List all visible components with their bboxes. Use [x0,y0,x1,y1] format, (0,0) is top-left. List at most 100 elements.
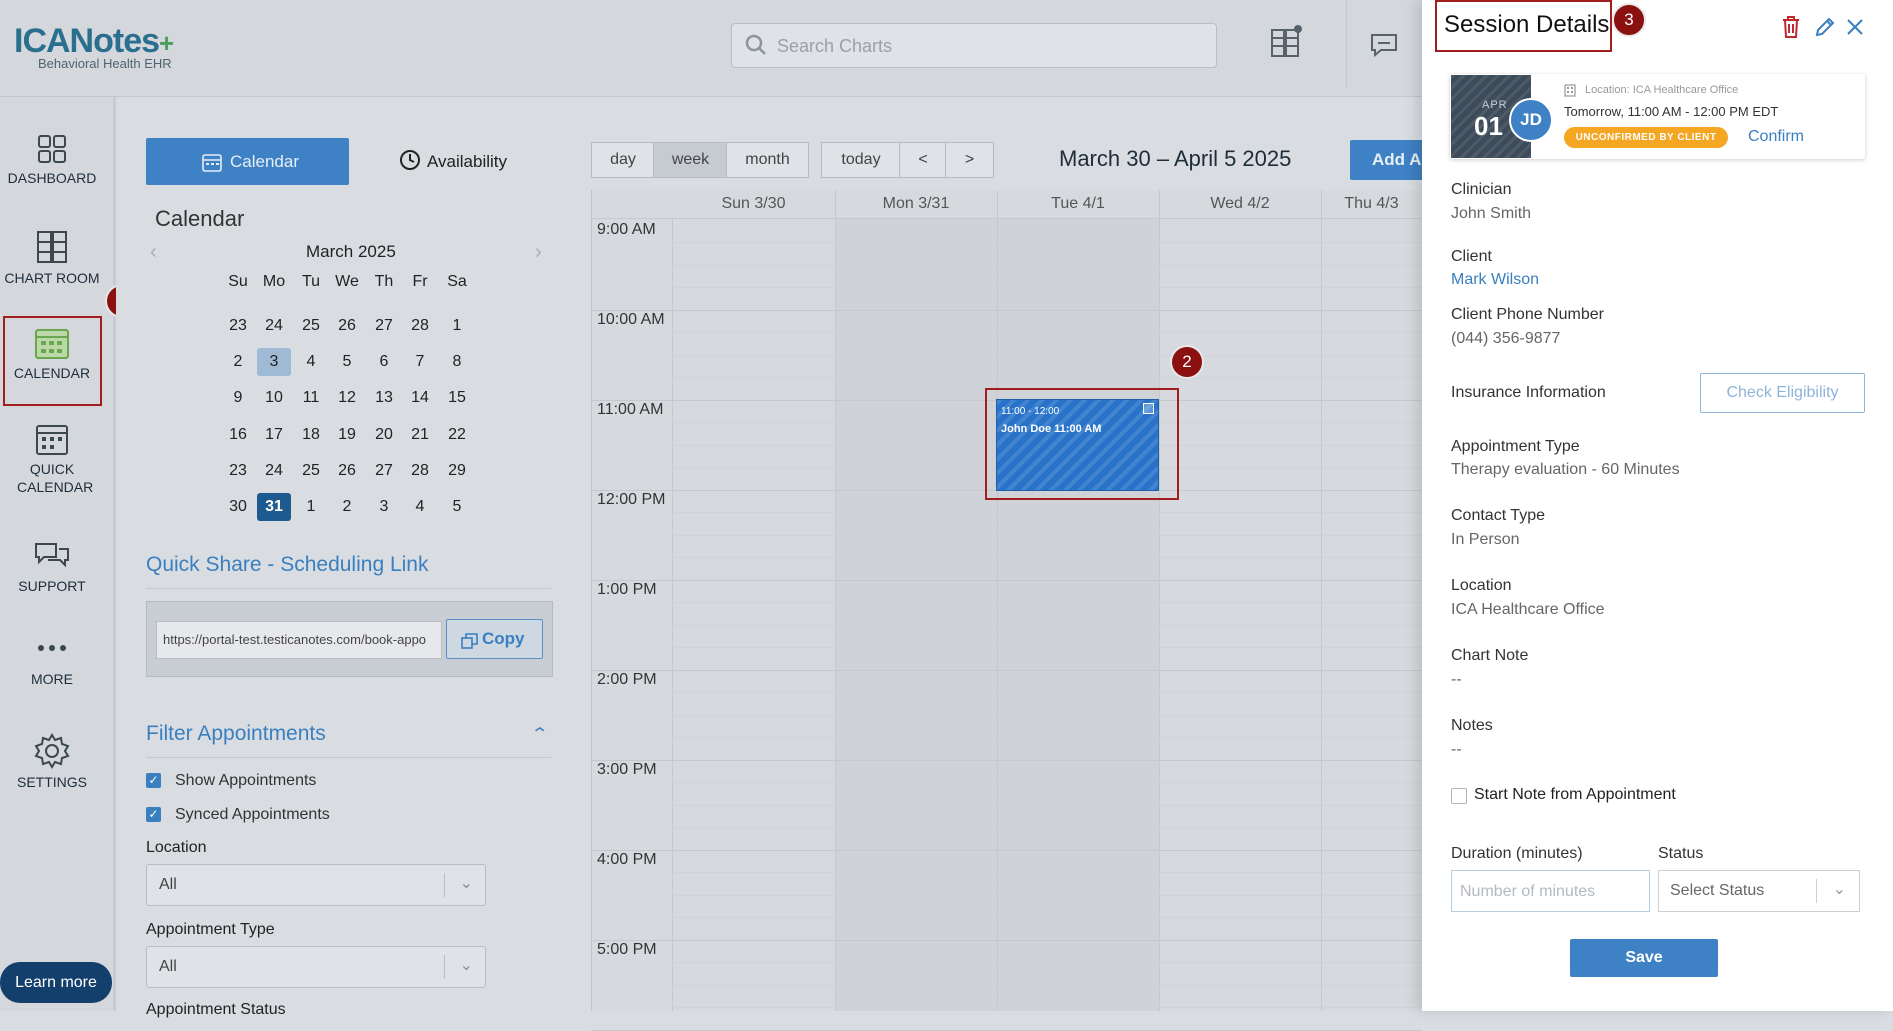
mini-calendar-day[interactable]: 26 [330,457,364,485]
mini-calendar-day[interactable]: 14 [403,384,437,412]
mini-calendar-day[interactable]: 22 [440,421,474,449]
mini-calendar-day[interactable]: 28 [403,457,437,485]
quarter-hour-line [672,377,1422,378]
scheduling-link-input[interactable]: https://portal-test.testicanotes.com/boo… [156,621,442,659]
mini-calendar-day[interactable]: 23 [221,312,255,340]
today-button[interactable]: today [821,142,901,178]
day-column-shade [835,218,997,1011]
mini-calendar-day[interactable]: 27 [367,312,401,340]
quarter-hour-line [672,985,1422,986]
mini-calendar-day[interactable]: 24 [257,312,291,340]
mini-calendar-day[interactable]: 27 [367,457,401,485]
mini-calendar-day[interactable]: 18 [294,421,328,449]
appointment-type-filter-select[interactable]: All ⌄ [146,946,486,988]
quarter-hour-line [672,805,1422,806]
mini-calendar-day[interactable]: 30 [221,493,255,521]
mini-calendar-day[interactable]: 4 [294,348,328,376]
check-eligibility-button[interactable]: Check Eligibility [1700,373,1865,413]
mini-calendar-day[interactable]: 28 [403,312,437,340]
trash-icon[interactable] [1781,15,1801,39]
nav-dashboard[interactable]: DASHBOARD [0,133,104,187]
date-tile-month: APR [1482,99,1508,111]
prev-week-button[interactable]: < [899,142,947,178]
view-day-button[interactable]: day [591,142,655,178]
location-filter-select[interactable]: All ⌄ [146,864,486,906]
quarter-hour-line [672,242,1422,243]
mini-calendar-day[interactable]: 13 [367,384,401,412]
next-month-icon[interactable]: › [535,241,542,264]
nav-support[interactable]: SUPPORT [0,541,104,595]
collapse-chevron-up-icon[interactable]: ⌃ [530,724,549,744]
mini-calendar-day[interactable]: 16 [221,421,255,449]
mini-calendar-day[interactable]: 23 [221,457,255,485]
mini-calendar-day[interactable]: 11 [294,384,328,412]
learn-more-button[interactable]: Learn more [0,962,112,1003]
select-separator [444,955,445,979]
chevron-down-icon: ⌄ [1832,881,1846,898]
message-icon[interactable] [1369,32,1399,58]
nav-calendar[interactable]: CALENDAR [0,326,104,382]
mini-calendar-day[interactable]: 2 [221,348,255,376]
prev-month-icon[interactable]: ‹ [150,241,157,264]
nav-chart-room[interactable]: CHART ROOM [0,229,104,287]
mini-calendar-day[interactable]: 21 [403,421,437,449]
nav-settings[interactable]: SETTINGS [0,733,104,791]
mini-calendar-day[interactable]: 3 [367,493,401,521]
time-slot-label: 4:00 PM [597,851,657,868]
next-week-button[interactable]: > [945,142,994,178]
day-column-header: Wed 4/2 [1159,190,1322,219]
close-icon[interactable] [1846,18,1864,36]
calendar-tab[interactable]: Calendar [146,138,349,185]
mini-calendar-day[interactable]: 4 [403,493,437,521]
add-appointment-button[interactable]: Add Appointment [1350,140,1430,180]
search-charts[interactable]: Search Charts [731,23,1217,68]
mini-calendar-day[interactable]: 26 [330,312,364,340]
search-icon [745,34,766,55]
mini-calendar-day[interactable]: 24 [257,457,291,485]
mini-calendar-day[interactable]: 7 [403,348,437,376]
mini-calendar-day[interactable]: 5 [330,348,364,376]
client-link[interactable]: Mark Wilson [1451,271,1539,289]
synced-appointments-checkbox[interactable]: ✓ [146,807,161,822]
select-separator [1816,879,1817,903]
mini-calendar-day[interactable]: 29 [440,457,474,485]
confirm-link[interactable]: Confirm [1748,128,1804,146]
mini-calendar-day[interactable]: 2 [330,493,364,521]
mini-calendar-day[interactable]: 20 [367,421,401,449]
chevron-down-icon: ⌄ [459,875,473,892]
nav-more[interactable]: MORE [0,642,104,688]
mini-calendar-day[interactable]: 6 [367,348,401,376]
mini-calendar-day[interactable]: 19 [330,421,364,449]
copy-icon [461,633,478,649]
hour-line [591,760,1422,761]
mini-calendar-day[interactable]: 5 [440,493,474,521]
copy-link-button[interactable]: Copy [446,619,543,659]
mini-calendar-day[interactable]: 25 [294,457,328,485]
mini-calendar-day[interactable]: 25 [294,312,328,340]
time-slot-label: 10:00 AM [597,311,665,328]
status-select[interactable]: Select Status ⌄ [1658,870,1860,912]
chart-cabinet-icon[interactable] [1270,24,1302,58]
view-week-button[interactable]: week [653,142,728,178]
client-label: Client [1451,248,1492,265]
save-button[interactable]: Save [1570,939,1718,977]
mini-calendar-day[interactable]: 17 [257,421,291,449]
edit-pencil-icon[interactable] [1814,16,1836,38]
view-month-button[interactable]: month [726,142,809,178]
mini-calendar-day[interactable]: 9 [221,384,255,412]
mini-calendar-day[interactable]: 1 [440,312,474,340]
mini-calendar-day[interactable]: 3 [257,348,291,376]
search-input[interactable]: Search Charts [777,36,892,57]
mini-calendar-day[interactable]: 10 [257,384,291,412]
mini-calendar-day[interactable]: 15 [440,384,474,412]
mini-calendar-day[interactable]: 12 [330,384,364,412]
mini-calendar-day[interactable]: 31 [257,493,291,521]
duration-input[interactable]: Number of minutes [1451,870,1650,912]
mini-calendar-day[interactable]: 1 [294,493,328,521]
nav-quick-calendar[interactable]: QUICK CALENDAR [0,422,104,496]
mini-calendar-day[interactable]: 8 [440,348,474,376]
show-appointments-checkbox[interactable]: ✓ [146,773,161,788]
header-divider [1346,0,1347,88]
quarter-hour-line [672,535,1422,536]
start-note-checkbox[interactable] [1451,788,1467,804]
